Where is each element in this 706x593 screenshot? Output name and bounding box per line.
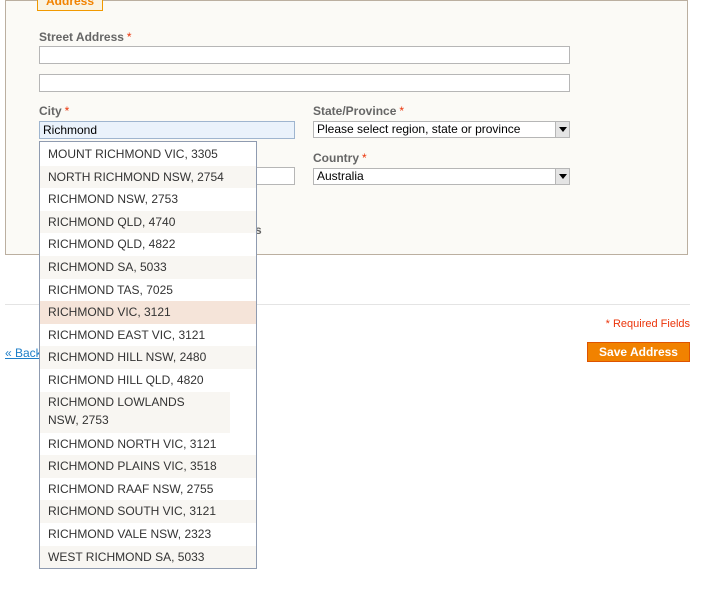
city-suggestion-item[interactable]: RICHMOND VALE NSW, 2323 <box>40 523 256 546</box>
city-suggestion-item[interactable]: RICHMOND TAS, 7025 <box>40 279 256 302</box>
city-suggestion-item[interactable]: RICHMOND NSW, 2753 <box>40 188 256 211</box>
state-selected-value: Please select region, state or province <box>317 122 521 136</box>
city-suggestion-item[interactable]: RICHMOND NORTH VIC, 3121 <box>40 433 256 456</box>
city-suggestions-dropdown: MOUNT RICHMOND VIC, 3305 NORTH RICHMOND N… <box>39 141 257 569</box>
chevron-down-icon[interactable] <box>555 169 569 184</box>
street-address-label: Street Address * <box>39 30 132 44</box>
city-suggestion-item[interactable]: RICHMOND SOUTH VIC, 3121 <box>40 500 256 523</box>
city-label-text: City <box>39 104 62 118</box>
save-address-button[interactable]: Save Address <box>587 342 690 362</box>
country-selected-value: Australia <box>317 169 364 183</box>
back-link[interactable]: « Back <box>5 346 42 360</box>
street-address-line1-input[interactable] <box>39 46 570 64</box>
required-mark: * <box>64 104 70 118</box>
city-suggestion-item[interactable]: RICHMOND RAAF NSW, 2755 <box>40 478 256 501</box>
city-suggestion-item[interactable]: RICHMOND LOWLANDS NSW, 2753 <box>40 391 230 433</box>
required-mark: * <box>126 30 132 44</box>
city-suggestion-item[interactable]: RICHMOND HILL NSW, 2480 <box>40 346 256 369</box>
state-select[interactable]: Please select region, state or province <box>313 121 570 138</box>
required-mark: * <box>399 104 405 118</box>
city-suggestion-item[interactable]: RICHMOND QLD, 4822 <box>40 233 256 256</box>
city-suggestion-item[interactable]: NORTH RICHMOND NSW, 2754 <box>40 165 256 189</box>
country-label: Country * <box>313 151 367 165</box>
city-input[interactable]: Richmond <box>39 121 295 139</box>
city-suggestion-item[interactable]: RICHMOND QLD, 4740 <box>40 210 256 234</box>
city-suggestion-item[interactable]: WEST RICHMOND SA, 5033 <box>40 545 256 569</box>
city-suggestion-item[interactable]: RICHMOND EAST VIC, 3121 <box>40 324 256 347</box>
state-label-text: State/Province <box>313 104 397 118</box>
city-suggestion-item[interactable]: MOUNT RICHMOND VIC, 3305 <box>40 143 256 166</box>
required-fields-note: * Required Fields <box>605 318 690 330</box>
city-suggestion-item[interactable]: RICHMOND SA, 5033 <box>40 256 256 279</box>
required-mark: * <box>362 151 367 165</box>
chevron-down-icon[interactable] <box>555 122 569 137</box>
country-label-text: Country <box>313 151 359 165</box>
city-suggestion-item[interactable]: RICHMOND VIC, 3121 <box>40 301 256 324</box>
fieldset-legend: Address <box>37 0 104 11</box>
state-label: State/Province * <box>313 104 404 118</box>
country-select[interactable]: Australia <box>313 168 570 185</box>
street-address-line2-input[interactable] <box>39 74 570 92</box>
city-label: City * <box>39 104 69 118</box>
street-address-label-text: Street Address <box>39 30 124 44</box>
city-suggestion-item[interactable]: RICHMOND PLAINS VIC, 3518 <box>40 455 256 478</box>
city-suggestion-item[interactable]: RICHMOND HILL QLD, 4820 <box>40 369 256 392</box>
